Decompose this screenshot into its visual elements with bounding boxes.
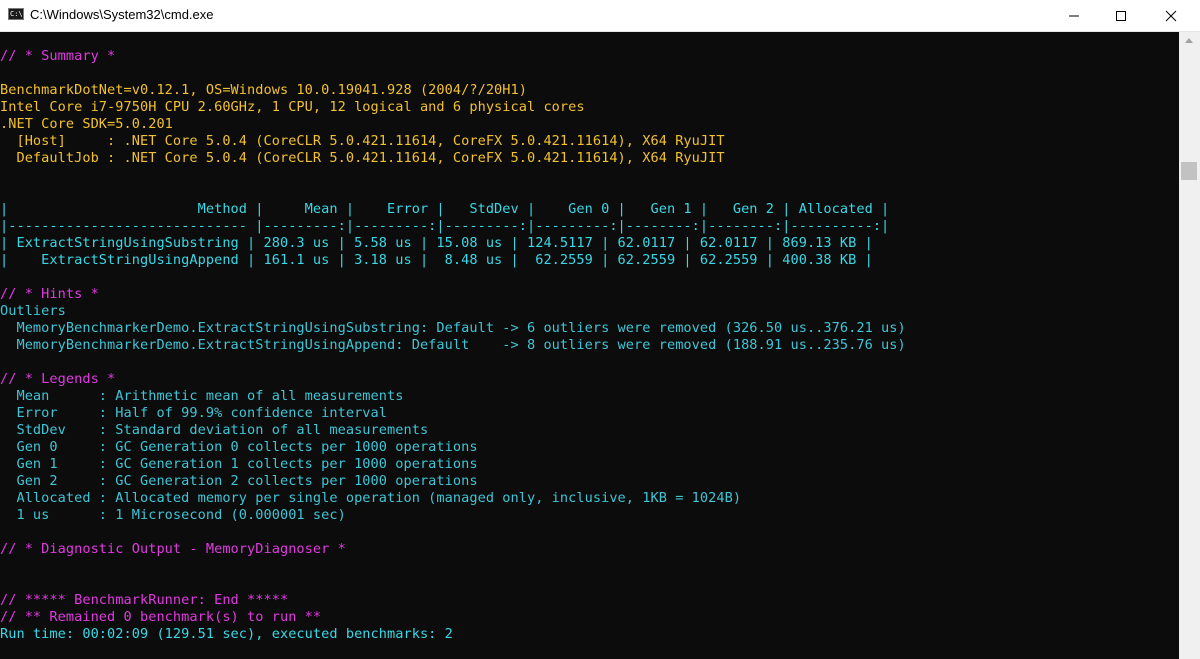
close-button[interactable] [1147, 0, 1193, 31]
console-line: Error : Half of 99.9% confidence interva… [0, 405, 388, 421]
console-line: | ExtractStringUsingAppend | 161.1 us | … [0, 252, 873, 268]
console-line: // * Summary * [0, 48, 116, 64]
window-title: C:\Windows\System32\cmd.exe [30, 7, 214, 22]
console-line: | Method | Mean | Error | StdDev | Gen 0… [0, 201, 890, 217]
console-line: .NET Core SDK=5.0.201 [0, 116, 173, 132]
console-line: Intel Core i7-9750H CPU 2.60GHz, 1 CPU, … [0, 99, 585, 115]
console-line: Allocated : Allocated memory per single … [0, 490, 742, 506]
console-line: StdDev : Standard deviation of all measu… [0, 422, 429, 438]
close-icon [1165, 10, 1177, 22]
console-line: // * Hints * [0, 286, 99, 302]
console-line: |----------------------------- |--------… [0, 218, 890, 234]
title-bar[interactable]: C:\ C:\Windows\System32\cmd.exe [0, 0, 1200, 32]
minimize-button[interactable] [1050, 0, 1096, 31]
console-line: Mean : Arithmetic mean of all measuremen… [0, 388, 404, 404]
console-line: Run time: 00:02:09 (129.51 sec), execute… [0, 626, 453, 642]
scroll-thumb[interactable] [1181, 162, 1197, 180]
cmd-window: C:\ C:\Windows\System32\cmd.exe // * Sum… [0, 0, 1200, 659]
maximize-button[interactable] [1097, 0, 1143, 31]
console-line: // ***** BenchmarkRunner: End ***** [0, 592, 289, 608]
console-line: Gen 2 : GC Generation 2 collects per 100… [0, 473, 478, 489]
console-line: Gen 1 : GC Generation 1 collects per 100… [0, 456, 478, 472]
console-line: // ** Remained 0 benchmark(s) to run ** [0, 609, 322, 625]
console-lines: // * Summary * BenchmarkDotNet=v0.12.1, O… [0, 48, 906, 643]
console-line: // * Diagnostic Output - MemoryDiagnoser… [0, 541, 346, 557]
console-line: | ExtractStringUsingSubstring | 280.3 us… [0, 235, 873, 251]
vertical-scrollbar[interactable] [1179, 32, 1200, 659]
minimize-icon [1069, 15, 1079, 17]
scroll-up-arrow-icon[interactable] [1185, 38, 1193, 43]
console-line: MemoryBenchmarkerDemo.ExtractStringUsing… [0, 337, 906, 353]
maximize-icon [1116, 11, 1126, 21]
console-app-icon[interactable]: C:\ [8, 8, 24, 20]
console-line: Outliers [0, 303, 66, 319]
console-line: BenchmarkDotNet=v0.12.1, OS=Windows 10.0… [0, 82, 527, 98]
console-line: [Host] : .NET Core 5.0.4 (CoreCLR 5.0.42… [0, 133, 725, 149]
console-line: DefaultJob : .NET Core 5.0.4 (CoreCLR 5.… [0, 150, 725, 166]
console-line: 1 us : 1 Microsecond (0.000001 sec) [0, 507, 346, 523]
console-line: // * Legends * [0, 371, 116, 387]
console-output[interactable]: // * Summary * BenchmarkDotNet=v0.12.1, O… [0, 32, 1179, 659]
console-line: Gen 0 : GC Generation 0 collects per 100… [0, 439, 478, 455]
console-line: MemoryBenchmarkerDemo.ExtractStringUsing… [0, 320, 906, 336]
